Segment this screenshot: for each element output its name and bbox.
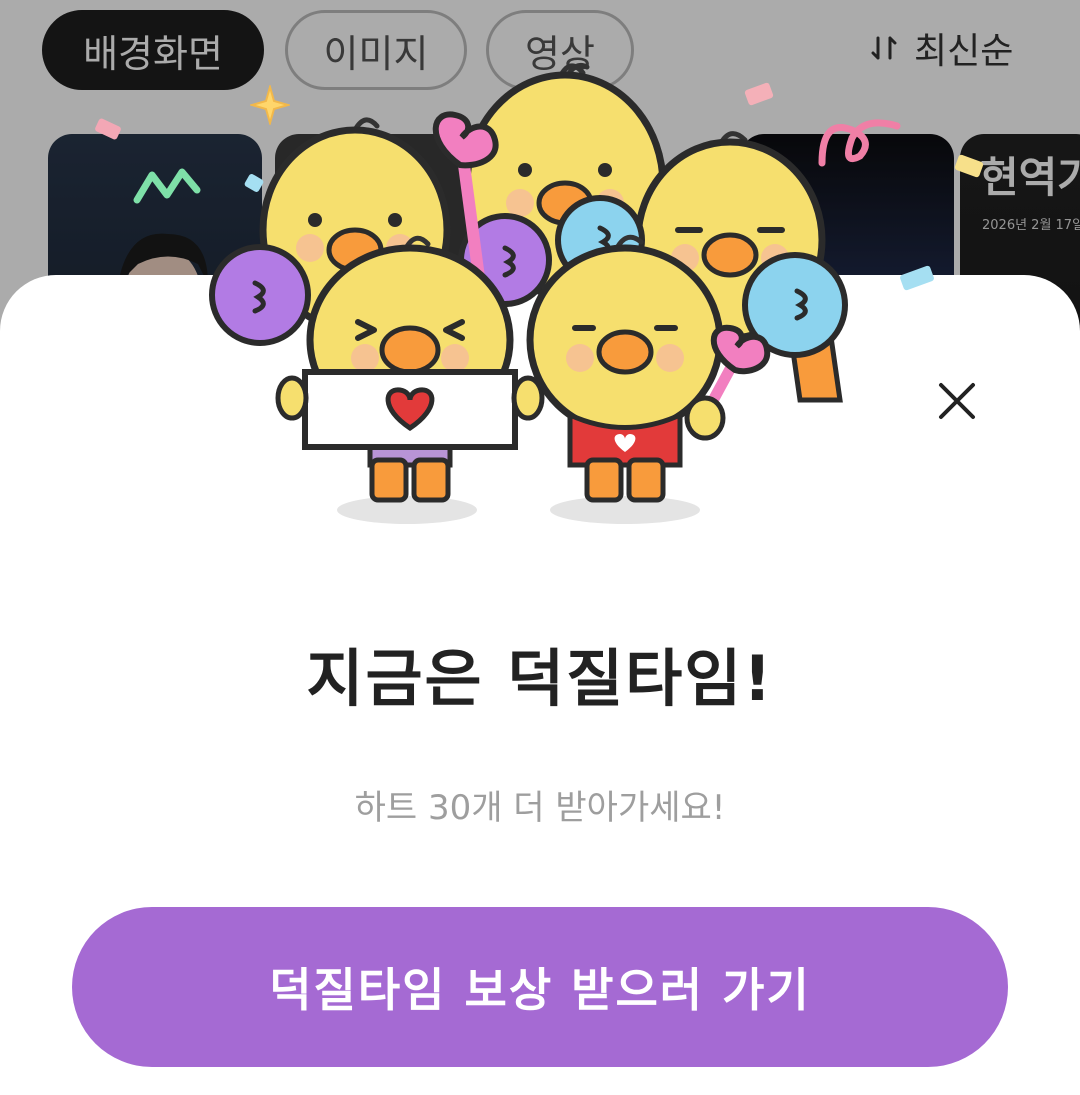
- confetti-piece: [954, 154, 984, 178]
- cheering-chicks-illustration: [209, 62, 848, 524]
- close-icon: [939, 383, 975, 419]
- close-button[interactable]: [928, 372, 986, 430]
- sheet-title: 지금은 덕질타임!: [306, 642, 774, 715]
- sheet-subtitle: 하트 30개 더 받아가세요!: [354, 788, 726, 828]
- pompom-purple-left: [209, 244, 311, 346]
- confetti-piece: [95, 118, 121, 140]
- claim-reward-button[interactable]: 덕질타임 보상 받으러 가기: [72, 907, 1008, 1067]
